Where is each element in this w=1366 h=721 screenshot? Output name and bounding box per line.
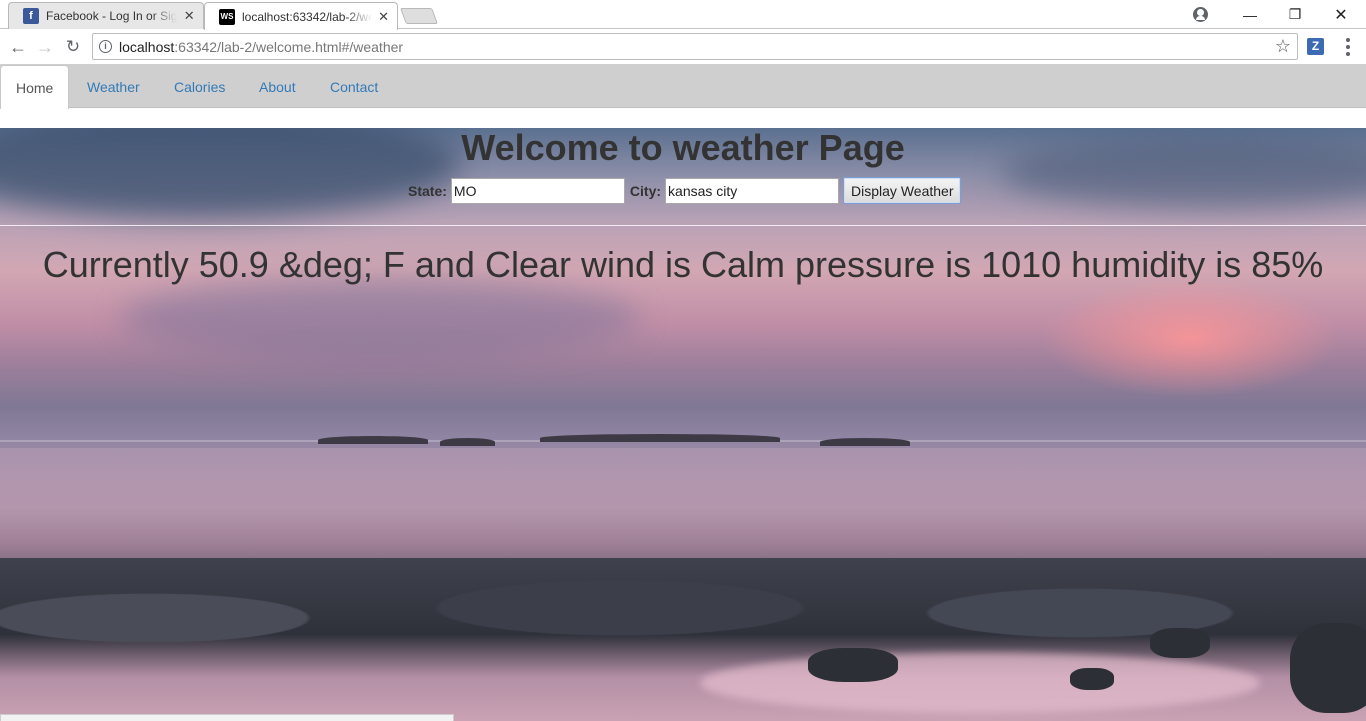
facebook-icon: f xyxy=(23,8,39,24)
rock xyxy=(808,648,898,682)
rock xyxy=(1070,668,1114,690)
nav-contact[interactable]: Contact xyxy=(330,65,378,108)
url-host: localhost xyxy=(119,38,175,55)
info-icon[interactable]: i xyxy=(99,40,112,53)
tide-pool xyxy=(700,653,1260,713)
browser-toolbar: ← → ↻ i localhost:63342/lab-2/welcome.ht… xyxy=(0,29,1366,65)
city-label: City: xyxy=(629,182,662,199)
webstorm-icon: WS xyxy=(219,8,235,25)
tab-localhost[interactable]: WS localhost:63342/lab-2/welcome.html ✕ xyxy=(204,2,398,30)
water-reflection xyxy=(0,448,1366,558)
nav-weather[interactable]: Weather xyxy=(87,65,140,108)
tab-title: localhost:63342/lab-2/welcome.html xyxy=(242,9,373,24)
sun-glow xyxy=(1040,278,1340,398)
island xyxy=(540,434,780,442)
page-title: Welcome to weather Page xyxy=(461,128,905,168)
url-path: :63342/lab-2/welcome.html#/weather xyxy=(174,38,404,55)
browser-tab-strip: f Facebook - Log In or Sign Up ✕ WS loca… xyxy=(0,0,1366,30)
page-nav: Home Weather Calories About Contact xyxy=(0,65,1366,109)
island xyxy=(318,436,428,444)
sunset-background-image: Welcome to weather Page State: City: Dis… xyxy=(0,128,1366,721)
arrow-left-icon: ← xyxy=(9,36,27,57)
tab-facebook[interactable]: f Facebook - Log In or Sign Up ✕ xyxy=(8,2,204,29)
restore-button[interactable]: ❐ xyxy=(1272,0,1318,29)
weather-form: State: City: Display Weather xyxy=(408,177,962,204)
download-shelf-edge xyxy=(0,714,454,721)
city-input[interactable] xyxy=(665,177,840,204)
rock xyxy=(1290,623,1366,713)
minimize-button[interactable]: — xyxy=(1227,0,1273,29)
island xyxy=(820,438,910,446)
address-bar[interactable]: i localhost:63342/lab-2/welcome.html#/we… xyxy=(92,33,1298,60)
weather-summary: Currently 50.9 &deg; F and Clear wind is… xyxy=(42,244,1324,285)
nav-about[interactable]: About xyxy=(259,65,296,108)
close-icon[interactable]: ✕ xyxy=(183,8,195,24)
extension-z-icon[interactable]: Z xyxy=(1307,38,1324,55)
state-input[interactable] xyxy=(450,177,625,204)
state-label: State: xyxy=(408,182,447,199)
star-icon[interactable]: ☆ xyxy=(1275,36,1291,57)
cloud-shape xyxy=(120,278,640,358)
forward-button[interactable]: → xyxy=(33,35,57,59)
close-window-button[interactable]: ✕ xyxy=(1318,0,1364,29)
rock xyxy=(1150,628,1210,658)
reload-button[interactable]: ↻ xyxy=(61,35,85,59)
tab-title: Facebook - Log In or Sign Up xyxy=(46,9,178,23)
reload-icon: ↻ xyxy=(65,37,81,56)
new-tab-button[interactable] xyxy=(400,8,438,24)
arrow-right-icon: → xyxy=(36,36,54,57)
profile-icon[interactable] xyxy=(1193,7,1208,22)
island xyxy=(440,438,495,446)
divider xyxy=(0,225,1366,226)
display-weather-button[interactable]: Display Weather xyxy=(843,177,962,204)
kebab-menu-icon[interactable] xyxy=(1340,36,1356,58)
nav-home[interactable]: Home xyxy=(0,65,70,109)
back-button[interactable]: ← xyxy=(6,35,30,59)
nav-calories[interactable]: Calories xyxy=(174,65,225,108)
close-icon[interactable]: ✕ xyxy=(378,9,389,25)
